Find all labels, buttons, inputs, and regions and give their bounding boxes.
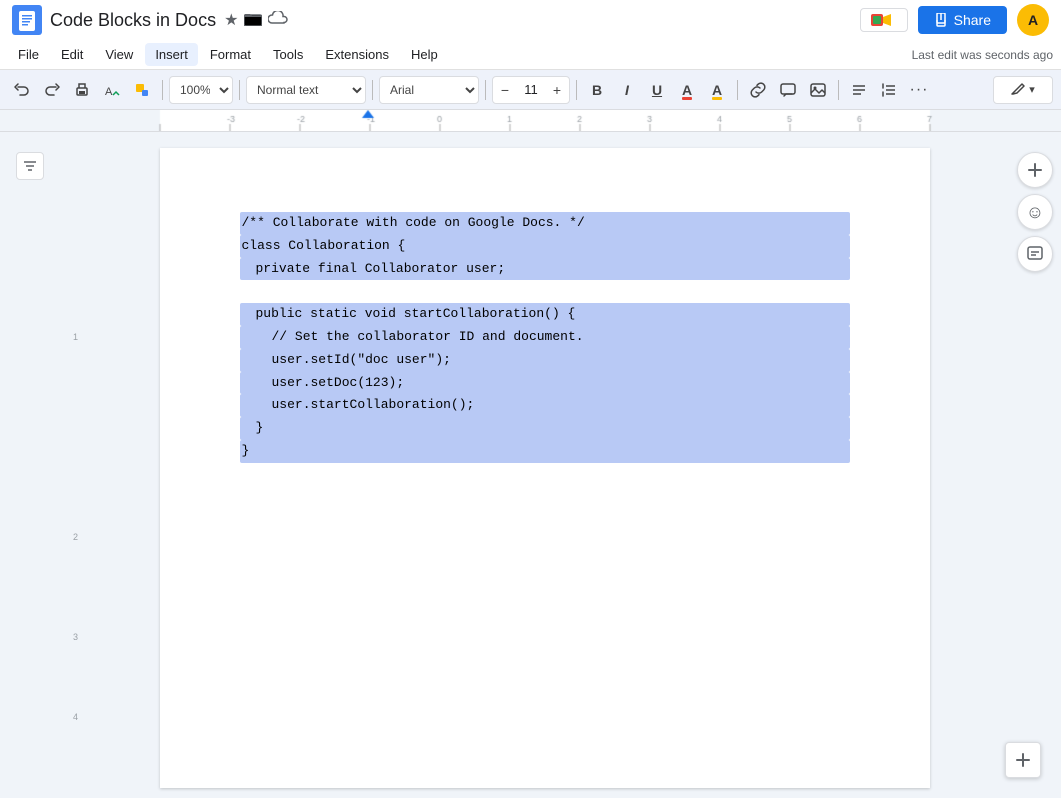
- print-button[interactable]: [68, 76, 96, 104]
- title-right-area: Share A: [860, 4, 1049, 36]
- code-line-10: }: [240, 440, 850, 463]
- redo-button[interactable]: [38, 76, 66, 104]
- code-line-2: private final Collaborator user;: [240, 258, 850, 281]
- avatar: A: [1017, 4, 1049, 36]
- toolbar-divider-7: [838, 80, 839, 100]
- comment-button[interactable]: [774, 76, 802, 104]
- svg-text:A: A: [105, 86, 113, 98]
- toolbar-divider-2: [239, 80, 240, 100]
- docs-app-icon: [12, 5, 42, 35]
- cloud-icon: [268, 11, 288, 30]
- toolbar-divider-5: [576, 80, 577, 100]
- page-num-3: 3: [73, 632, 78, 642]
- menu-item-extensions[interactable]: Extensions: [315, 43, 399, 66]
- menu-item-format[interactable]: Format: [200, 43, 261, 66]
- share-label: Share: [954, 12, 991, 28]
- code-block: /** Collaborate with code on Google Docs…: [240, 208, 850, 467]
- code-line-8: user.startCollaboration();: [240, 394, 850, 417]
- toolbar: A 100% 75% 150% Normal text Heading 1 He…: [0, 70, 1061, 110]
- zoom-select[interactable]: 100% 75% 150%: [169, 76, 233, 104]
- code-line-3: [240, 280, 850, 303]
- highlight-button[interactable]: A: [703, 76, 731, 104]
- font-select[interactable]: Arial Times New Roman Courier New: [379, 76, 479, 104]
- main-area: 1 2 3 4 /** Collaborate with code on Goo…: [0, 132, 1061, 798]
- page-num-2: 2: [73, 532, 78, 542]
- font-size-decrease-button[interactable]: −: [493, 76, 517, 104]
- code-line-1: class Collaboration {: [240, 235, 850, 258]
- line-spacing-button[interactable]: [875, 76, 903, 104]
- right-sidebar: ☺: [1009, 132, 1061, 798]
- toolbar-divider-4: [485, 80, 486, 100]
- title-icons: ★: [224, 10, 288, 30]
- code-line-7: user.setDoc(123);: [240, 372, 850, 395]
- bottom-action-button[interactable]: [1005, 742, 1041, 778]
- meet-button[interactable]: [860, 8, 908, 32]
- menu-item-tools[interactable]: Tools: [263, 43, 313, 66]
- font-size-control: − +: [492, 76, 570, 104]
- code-line-0: /** Collaborate with code on Google Docs…: [240, 212, 850, 235]
- code-line-4: public static void startCollaboration() …: [240, 303, 850, 326]
- menu-item-file[interactable]: File: [8, 43, 49, 66]
- title-bar: Code Blocks in Docs ★ Share A: [0, 0, 1061, 40]
- image-button[interactable]: [804, 76, 832, 104]
- page-num-1: 1: [73, 332, 78, 342]
- menu-item-view[interactable]: View: [95, 43, 143, 66]
- undo-button[interactable]: [8, 76, 36, 104]
- code-line-5: // Set the collaborator ID and document.: [240, 326, 850, 349]
- toolbar-divider-3: [372, 80, 373, 100]
- share-button[interactable]: Share: [918, 6, 1007, 34]
- left-gutter: [0, 132, 60, 798]
- text-color-button[interactable]: A: [673, 76, 701, 104]
- menu-item-edit[interactable]: Edit: [51, 43, 93, 66]
- feedback-action-button[interactable]: [1017, 236, 1053, 272]
- emoji-icon: ☺: [1026, 202, 1044, 223]
- ruler-canvas: [0, 110, 1061, 132]
- doc-page: /** Collaborate with code on Google Docs…: [160, 148, 930, 788]
- doc-area[interactable]: /** Collaborate with code on Google Docs…: [80, 132, 1009, 798]
- menu-item-insert[interactable]: Insert: [145, 43, 198, 66]
- spellcheck-button[interactable]: A: [98, 76, 126, 104]
- ruler: [0, 110, 1061, 132]
- page-num-4: 4: [73, 712, 78, 722]
- style-select[interactable]: Normal text Heading 1 Heading 2 Title: [246, 76, 366, 104]
- link-button[interactable]: [744, 76, 772, 104]
- doc-title: Code Blocks in Docs: [50, 10, 216, 31]
- toolbar-divider-1: [162, 80, 163, 100]
- editing-mode-button[interactable]: ▾: [993, 76, 1053, 104]
- page-numbers: 1 2 3 4: [60, 132, 80, 798]
- bold-button[interactable]: B: [583, 76, 611, 104]
- font-size-input[interactable]: [517, 82, 545, 97]
- code-line-6: user.setId("doc user");: [240, 349, 850, 372]
- code-line-9: }: [240, 417, 850, 440]
- folder-icon[interactable]: [244, 12, 262, 29]
- toolbar-divider-6: [737, 80, 738, 100]
- emoji-action-button[interactable]: ☺: [1017, 194, 1053, 230]
- paint-format-button[interactable]: [128, 76, 156, 104]
- font-size-increase-button[interactable]: +: [545, 76, 569, 104]
- add-action-button[interactable]: [1017, 152, 1053, 188]
- more-options-button[interactable]: ···: [905, 76, 933, 104]
- outline-icon[interactable]: [16, 152, 44, 180]
- editing-mode-label: ▾: [1029, 83, 1035, 96]
- menu-item-help[interactable]: Help: [401, 43, 448, 66]
- star-icon[interactable]: ★: [224, 10, 238, 30]
- italic-button[interactable]: I: [613, 76, 641, 104]
- align-button[interactable]: [845, 76, 873, 104]
- menu-bar: File Edit View Insert Format Tools Exten…: [0, 40, 1061, 70]
- last-edit-label: Last edit was seconds ago: [912, 48, 1053, 62]
- underline-button[interactable]: U: [643, 76, 671, 104]
